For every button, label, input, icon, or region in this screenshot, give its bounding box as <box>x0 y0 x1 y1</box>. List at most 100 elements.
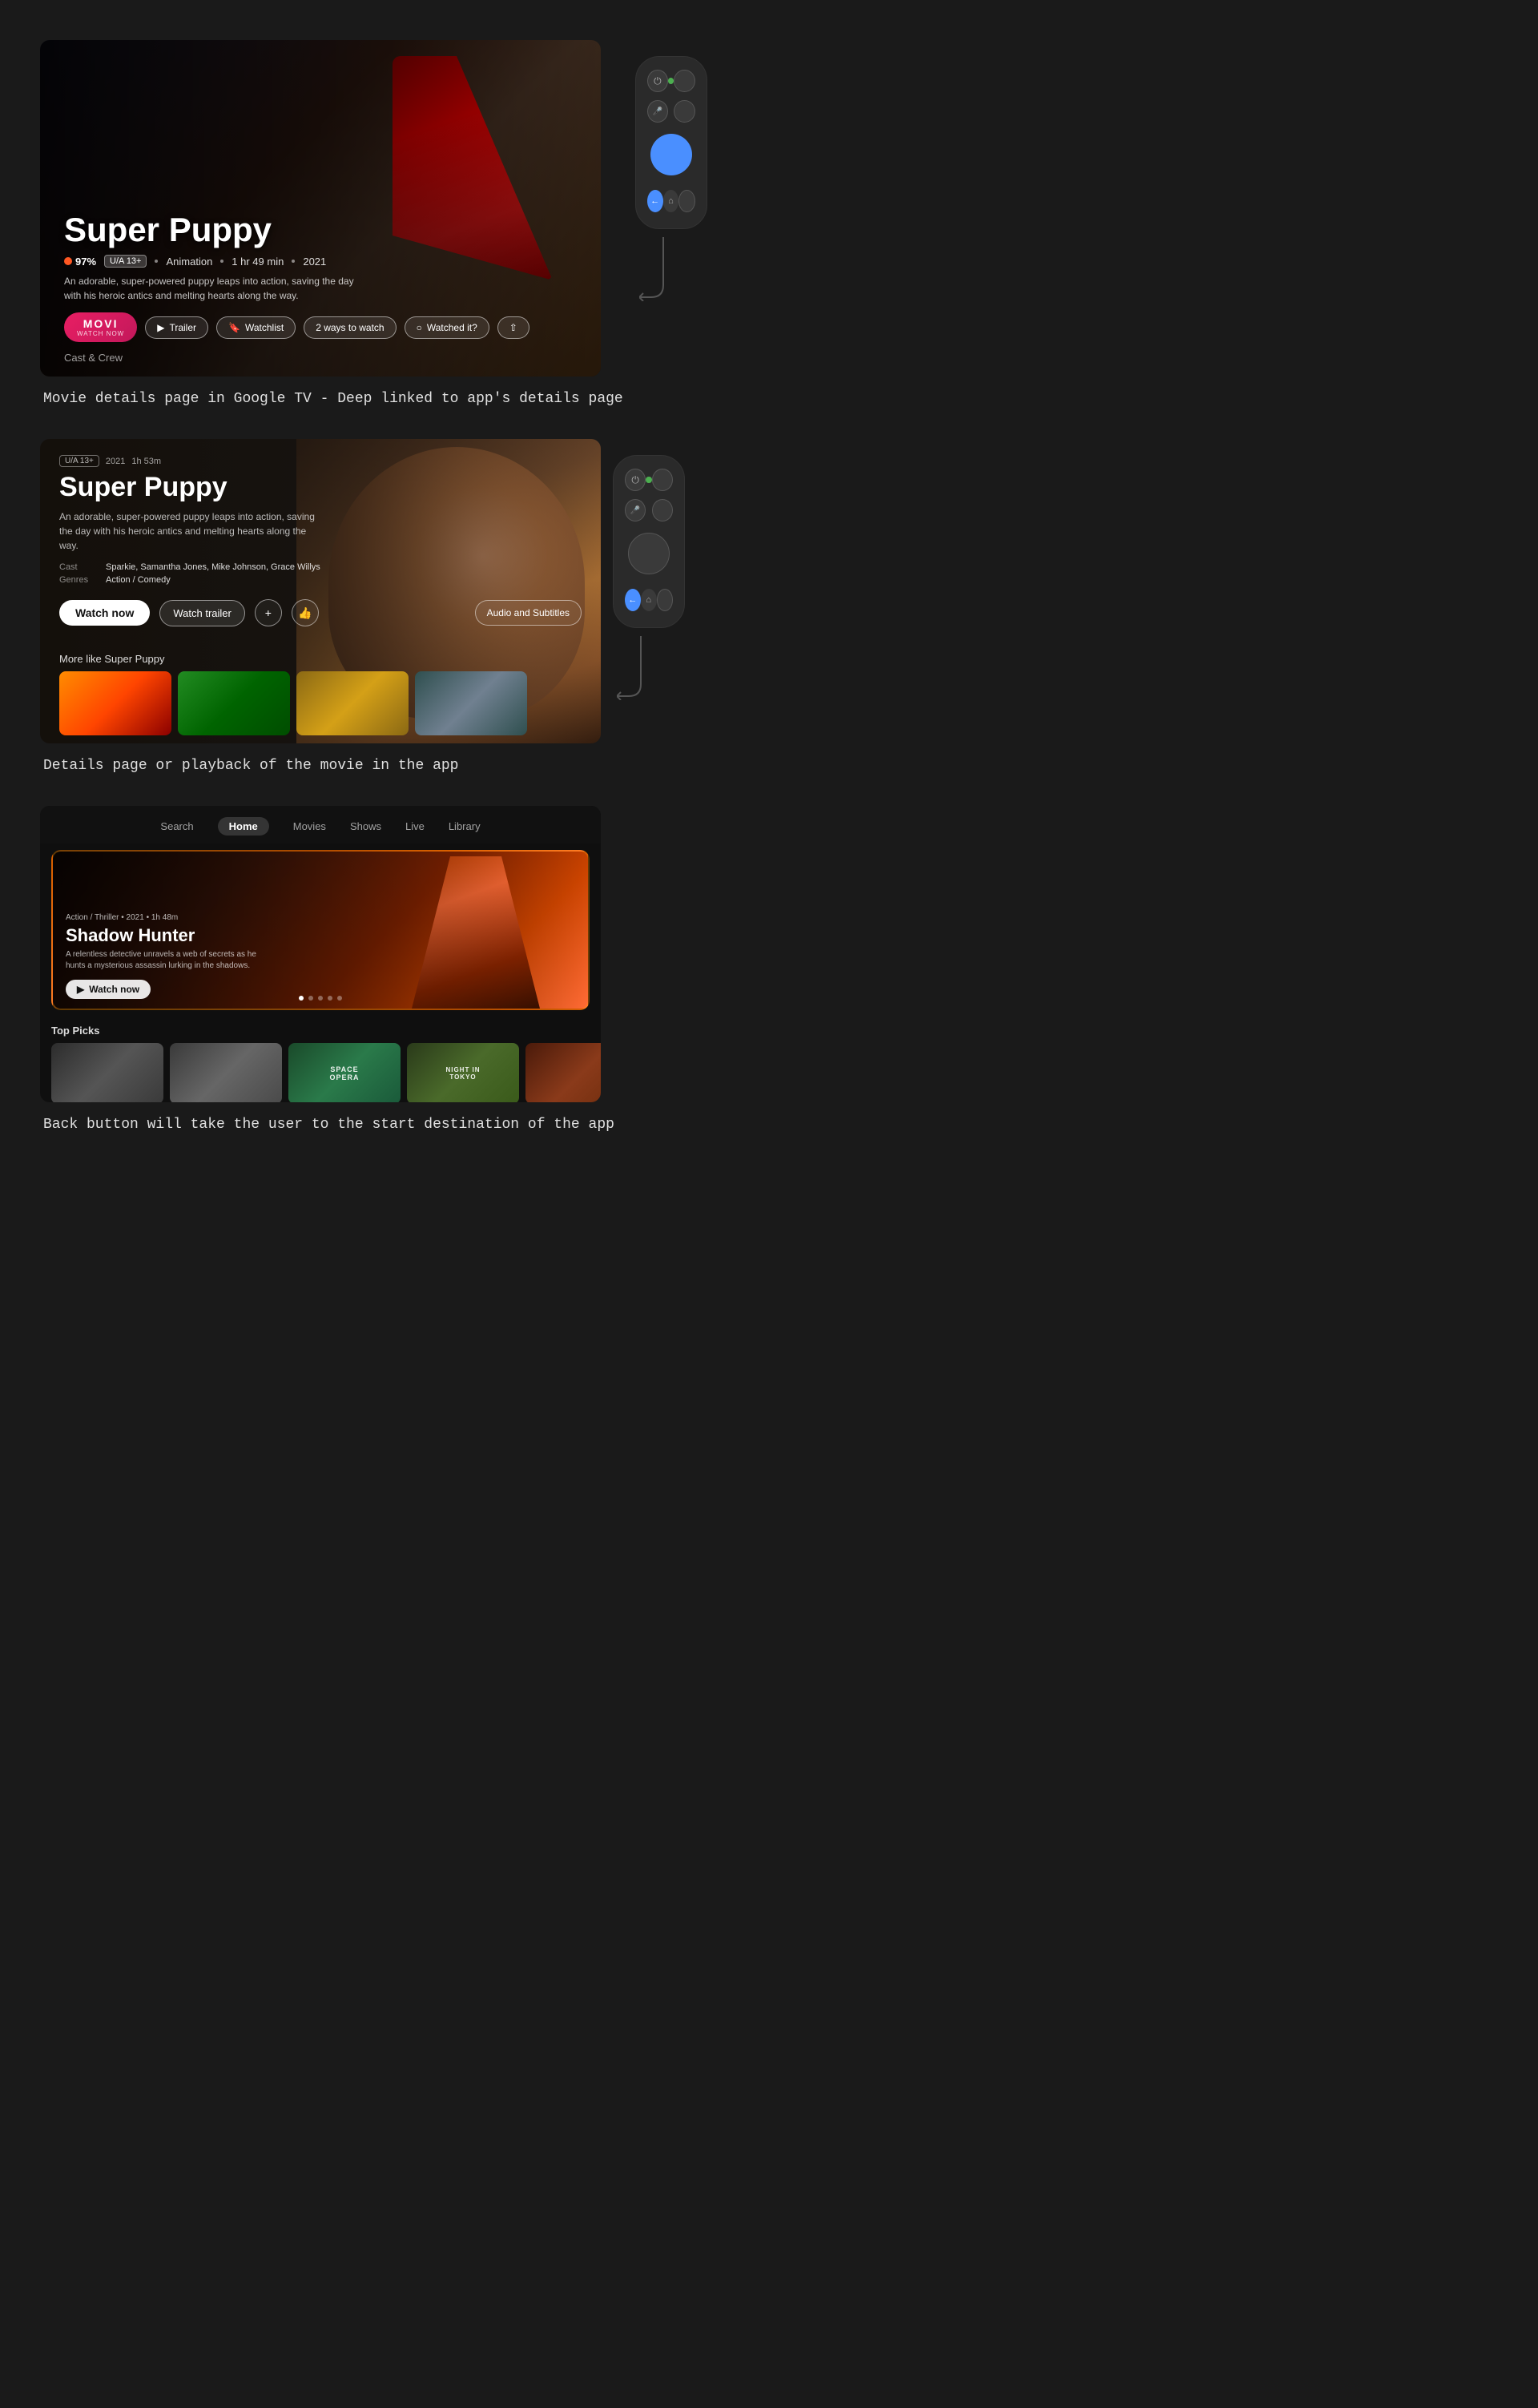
pick-thumb-5[interactable] <box>525 1043 601 1102</box>
hero-desc: A relentless detective unravels a web of… <box>66 949 266 972</box>
home-icon-1: ⌂ <box>668 196 674 206</box>
ways-to-watch-label: 2 ways to watch <box>316 322 384 333</box>
pick-label-3: SPACE OPERA <box>316 1065 372 1081</box>
power-button-1[interactable]: ⏻ <box>647 70 668 92</box>
green-indicator-2 <box>646 477 651 483</box>
watched-it-label: Watched it? <box>427 322 477 333</box>
movi-watch-button[interactable]: MOVI WATCH NOW <box>64 312 137 342</box>
nav-shows[interactable]: Shows <box>350 820 381 832</box>
top-picks-section: Top Picks SPACE OPERA Night in Tokyo <box>40 1017 601 1102</box>
mic-button-1[interactable]: 🎤 <box>647 100 668 123</box>
hero-banner-screen3[interactable]: Action / Thriller • 2021 • 1h 48m Shadow… <box>51 850 590 1010</box>
section-2-row: U/A 13+ 2021 1h 53m Super Puppy An adora… <box>40 439 1498 806</box>
remote-nav-row-2: ← ⌂ <box>625 589 673 611</box>
cert-badge-screen1: U/A 13+ <box>104 255 147 268</box>
like-button[interactable]: 👍 <box>292 599 319 626</box>
more-like-section: More like Super Puppy <box>59 653 601 735</box>
pick-label-4: Night in Tokyo <box>435 1066 491 1081</box>
more-like-title: More like Super Puppy <box>59 653 601 665</box>
empty-btn-5[interactable] <box>652 499 673 521</box>
nav-movies[interactable]: Movies <box>293 820 326 832</box>
back-button-2[interactable]: ← <box>625 589 641 611</box>
watchlist-button[interactable]: 🔖 Watchlist <box>216 316 296 339</box>
nav-library[interactable]: Library <box>449 820 481 832</box>
watch-now-button[interactable]: Watch now <box>59 600 150 626</box>
empty-btn-3[interactable] <box>678 190 695 212</box>
remote-nav-row-1: ← ⌂ <box>647 190 695 212</box>
dot-4 <box>328 996 332 1001</box>
ways-to-watch-button[interactable]: 2 ways to watch <box>304 316 396 339</box>
hero-watch-label: Watch now <box>89 984 139 995</box>
cast-crew-link[interactable]: Cast & Crew <box>64 352 577 364</box>
year-text: 2021 <box>303 256 326 268</box>
share-button[interactable]: ⇧ <box>497 316 529 339</box>
nav-live[interactable]: Live <box>405 820 425 832</box>
meta-row-screen1: 97% U/A 13+ Animation 1 hr 49 min 2021 <box>64 255 577 268</box>
trailer-label: Trailer <box>169 322 196 333</box>
description-screen2: An adorable, super-powered puppy leaps i… <box>59 509 316 553</box>
related-thumb-1[interactable] <box>59 671 171 735</box>
genres-row-s2: Genres Action / Comedy <box>59 575 582 585</box>
ok-button-1[interactable] <box>650 134 692 175</box>
related-thumb-4[interactable] <box>415 671 527 735</box>
add-to-list-button[interactable]: + <box>255 599 282 626</box>
watchlist-label: Watchlist <box>245 322 284 333</box>
section-1-row: Super Puppy 97% U/A 13+ Animation 1 hr 4… <box>40 40 1498 439</box>
cert-row-screen2: U/A 13+ 2021 1h 53m <box>59 455 582 467</box>
nav-home[interactable]: Home <box>218 817 269 836</box>
related-thumb-3[interactable] <box>296 671 409 735</box>
hero-genre: Action / Thriller • 2021 • 1h 48m <box>66 913 575 922</box>
screen-google-tv: Super Puppy 97% U/A 13+ Animation 1 hr 4… <box>40 40 601 377</box>
pick-thumb-3[interactable]: SPACE OPERA <box>288 1043 401 1102</box>
home-button-2[interactable]: ⌂ <box>641 589 657 611</box>
green-indicator-1 <box>668 78 674 84</box>
app-navigation: Search Home Movies Shows Live Library <box>40 806 601 844</box>
movie-title-screen2: Super Puppy <box>59 472 582 503</box>
rating-dot <box>64 257 72 265</box>
audio-subtitles-button[interactable]: Audio and Subtitles <box>475 600 582 626</box>
play-icon-hero: ▶ <box>77 984 84 995</box>
ok-button-2[interactable] <box>628 533 670 574</box>
trailer-button[interactable]: ▶ Trailer <box>145 316 208 339</box>
share-icon: ⇧ <box>509 322 517 333</box>
empty-btn-2[interactable] <box>674 100 695 123</box>
remote-mid-row: 🎤 <box>647 100 695 123</box>
movi-logo: MOVI <box>83 317 119 330</box>
caption-3: Back button will take the user to the st… <box>40 1117 614 1133</box>
related-thumb-2[interactable] <box>178 671 290 735</box>
pick-thumb-1[interactable] <box>51 1043 163 1102</box>
remote-control-2: ⏻ 🎤 ← ⌂ <box>613 455 685 628</box>
back-button-1[interactable]: ← <box>647 190 663 212</box>
remote-top-row-2: ⏻ <box>625 469 673 491</box>
home-icon-2: ⌂ <box>646 595 651 605</box>
watched-it-button[interactable]: ○ Watched it? <box>405 316 489 339</box>
pick-thumb-4[interactable]: Night in Tokyo <box>407 1043 519 1102</box>
remote-2-area: ⏻ 🎤 ← ⌂ <box>601 439 685 700</box>
play-icon-small: ▶ <box>157 322 164 333</box>
power-icon-2: ⏻ <box>631 474 639 486</box>
meta-dot-3 <box>292 260 295 263</box>
section-2-left: U/A 13+ 2021 1h 53m Super Puppy An adora… <box>40 439 601 806</box>
hero-banner-content: Action / Thriller • 2021 • 1h 48m Shadow… <box>53 904 588 1009</box>
meta-dot-2 <box>220 260 223 263</box>
pick-thumb-2[interactable] <box>170 1043 282 1102</box>
arrow-connector-2 <box>617 636 665 700</box>
empty-btn-1[interactable] <box>674 70 695 92</box>
meta-dot-1 <box>155 260 158 263</box>
mic-button-2[interactable]: 🎤 <box>625 499 646 521</box>
section-3-left: Search Home Movies Shows Live Library Ac… <box>40 806 614 1165</box>
home-button-1[interactable]: ⌂ <box>663 190 679 212</box>
empty-btn-6[interactable] <box>657 589 673 611</box>
screen-app-details: U/A 13+ 2021 1h 53m Super Puppy An adora… <box>40 439 601 743</box>
watch-trailer-button[interactable]: Watch trailer <box>159 600 244 626</box>
movi-sub: WATCH NOW <box>77 330 124 337</box>
dot-2 <box>308 996 313 1001</box>
year-s2: 2021 <box>106 457 125 466</box>
remote-top-row: ⏻ <box>647 70 695 92</box>
nav-search[interactable]: Search <box>160 820 193 832</box>
empty-btn-4[interactable] <box>652 469 673 491</box>
description-screen1: An adorable, super-powered puppy leaps i… <box>64 274 368 303</box>
genres-label-s2: Genres <box>59 575 99 585</box>
movie-title-screen1: Super Puppy <box>64 211 577 248</box>
power-button-2[interactable]: ⏻ <box>625 469 646 491</box>
